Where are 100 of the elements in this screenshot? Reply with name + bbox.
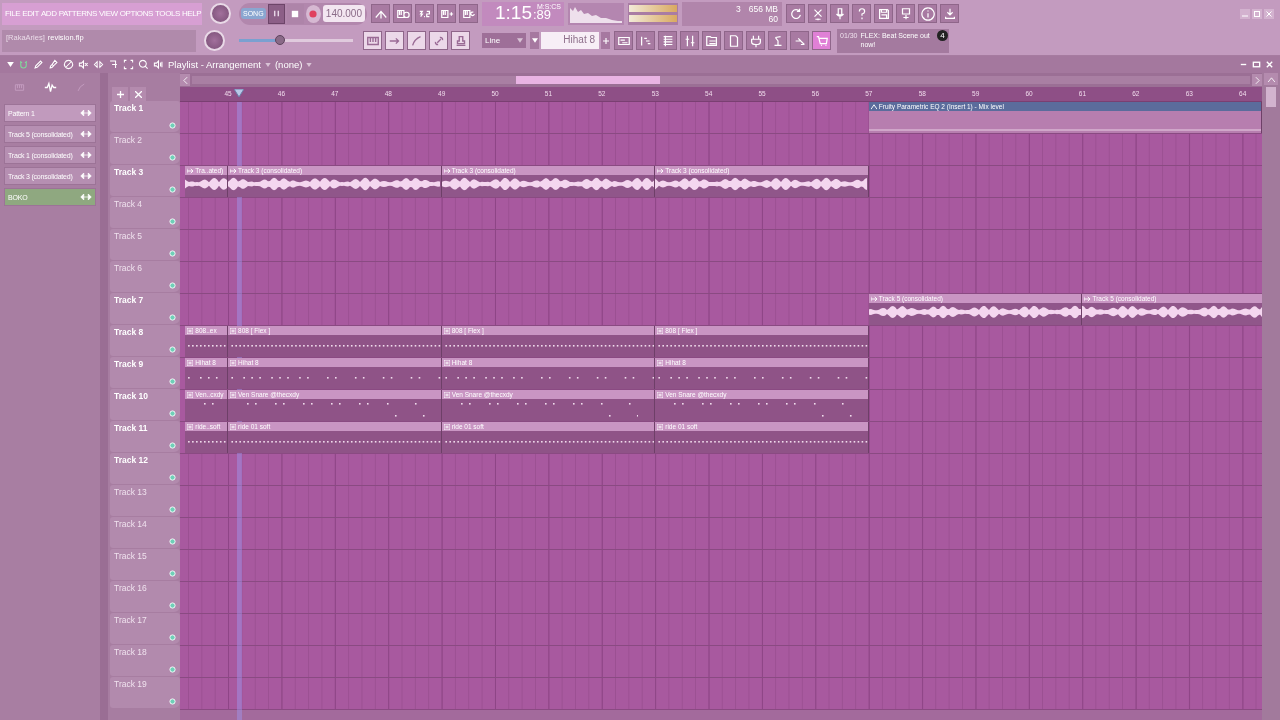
caret-icon[interactable]: [306, 62, 313, 67]
wait-input-button[interactable]: [371, 4, 390, 23]
magnet-icon[interactable]: [18, 59, 29, 70]
zoom-icon[interactable]: [138, 59, 149, 70]
track-enable-led[interactable]: [169, 378, 176, 385]
menu-item[interactable]: FILE: [5, 9, 21, 18]
piano-roll-button[interactable]: [636, 31, 655, 50]
playlist-button[interactable]: [614, 31, 633, 50]
plug-button[interactable]: [746, 31, 765, 50]
download-button[interactable]: [940, 4, 959, 23]
minimize-icon[interactable]: [1240, 8, 1250, 19]
horizontal-scrollbar[interactable]: [192, 76, 1250, 84]
link-button[interactable]: [429, 31, 448, 50]
scroll-thumb[interactable]: [516, 76, 660, 84]
export-button[interactable]: [896, 4, 915, 23]
refresh-button[interactable]: [786, 4, 805, 23]
countdown-button[interactable]: [415, 4, 434, 23]
split-button[interactable]: [808, 4, 827, 23]
keyboard-button[interactable]: [363, 31, 382, 50]
track-enable-led[interactable]: [169, 346, 176, 353]
delete-track-button[interactable]: [130, 87, 146, 101]
track-enable-led[interactable]: [169, 282, 176, 289]
snap-dropdown[interactable]: Line: [482, 33, 526, 48]
pattern-selector[interactable]: Hihat 8: [541, 32, 599, 49]
track-enable-led[interactable]: [169, 570, 176, 577]
track-header[interactable]: Track 5: [110, 229, 180, 260]
track-header[interactable]: Track 1: [110, 101, 180, 132]
track-header[interactable]: Track 13: [110, 485, 180, 516]
tempo-field[interactable]: 140.000: [322, 5, 365, 22]
menu-item[interactable]: TOOLS: [155, 9, 180, 18]
track-enable-led[interactable]: [169, 698, 176, 705]
track-enable-led[interactable]: [169, 314, 176, 321]
track-header[interactable]: Track 12: [110, 453, 180, 484]
speaker-icon[interactable]: [153, 59, 164, 70]
track-header[interactable]: Track 8: [110, 325, 180, 356]
track-header[interactable]: Track 18: [110, 645, 180, 676]
track-header[interactable]: Track 7: [110, 293, 180, 324]
vertical-scroll-thumb[interactable]: [1266, 87, 1276, 107]
arrow-right-button[interactable]: [385, 31, 404, 50]
scroll-up-button[interactable]: [1264, 73, 1278, 85]
track-enable-led[interactable]: [169, 538, 176, 545]
track-enable-led[interactable]: [169, 666, 176, 673]
track-header[interactable]: Track 16: [110, 581, 180, 612]
blend-notes-button[interactable]: [459, 4, 478, 23]
pattern-name[interactable]: (none): [274, 59, 303, 70]
menu-item[interactable]: ADD: [40, 9, 57, 18]
menu-item[interactable]: HELP: [182, 9, 202, 18]
close-icon[interactable]: [1265, 60, 1274, 69]
maximize-icon[interactable]: [1252, 8, 1262, 19]
mute-icon[interactable]: [78, 59, 89, 70]
maximize-icon[interactable]: [1252, 60, 1261, 69]
slice-icon[interactable]: [108, 59, 119, 70]
channel-rack-button[interactable]: [658, 31, 677, 50]
save-button[interactable]: [874, 4, 893, 23]
typing-keyboard-button[interactable]: [393, 4, 412, 23]
track-header[interactable]: Track 10: [110, 389, 180, 420]
track-header[interactable]: Track 15: [110, 549, 180, 580]
track-enable-led[interactable]: [169, 506, 176, 513]
track-enable-led[interactable]: [169, 250, 176, 257]
track-enable-led[interactable]: [169, 474, 176, 481]
microphone-button[interactable]: [830, 4, 849, 23]
caret-icon[interactable]: [264, 62, 271, 67]
next-pattern-button[interactable]: [601, 32, 610, 49]
mixer-button[interactable]: [680, 31, 699, 50]
scroll-left-button[interactable]: [180, 74, 190, 86]
master-volume-slider[interactable]: [239, 34, 353, 47]
delete-icon[interactable]: [63, 59, 74, 70]
track-enable-led[interactable]: [169, 154, 176, 161]
track-header[interactable]: Track 9: [110, 357, 180, 388]
info-button[interactable]: [918, 4, 937, 23]
menu-item[interactable]: OPTIONS: [119, 9, 153, 18]
track-header[interactable]: Track 17: [110, 613, 180, 644]
track-header[interactable]: Track 3: [110, 165, 180, 196]
menu-item[interactable]: VIEW: [98, 9, 118, 18]
step-edit-button[interactable]: [437, 4, 456, 23]
slip-icon[interactable]: [93, 59, 104, 70]
stop-button[interactable]: [286, 3, 304, 24]
menu-caret-icon[interactable]: [7, 62, 14, 67]
track-header[interactable]: Track 14: [110, 517, 180, 548]
file-button[interactable]: [724, 31, 743, 50]
master-pitch-knob[interactable]: [204, 30, 225, 51]
play-pause-button[interactable]: [267, 3, 285, 24]
vertical-scrollbar[interactable]: [1262, 73, 1280, 720]
browser-button[interactable]: [702, 31, 721, 50]
playhead-marker-icon[interactable]: [233, 89, 244, 97]
close-icon[interactable]: [1264, 8, 1274, 19]
track-enable-led[interactable]: [169, 634, 176, 641]
add-track-button[interactable]: [112, 87, 128, 101]
help-button[interactable]: [852, 4, 871, 23]
curve-button[interactable]: [407, 31, 426, 50]
track-enable-led[interactable]: [169, 122, 176, 129]
track-enable-led[interactable]: [169, 218, 176, 225]
track-enable-led[interactable]: [169, 410, 176, 417]
cart-button[interactable]: [812, 31, 831, 50]
stamp-button[interactable]: [451, 31, 470, 50]
previous-pattern-button[interactable]: [530, 32, 539, 49]
lamp-button[interactable]: [768, 31, 787, 50]
main-volume-knob[interactable]: [210, 3, 231, 24]
track-header[interactable]: Track 11: [110, 421, 180, 452]
track-header[interactable]: Track 4: [110, 197, 180, 228]
